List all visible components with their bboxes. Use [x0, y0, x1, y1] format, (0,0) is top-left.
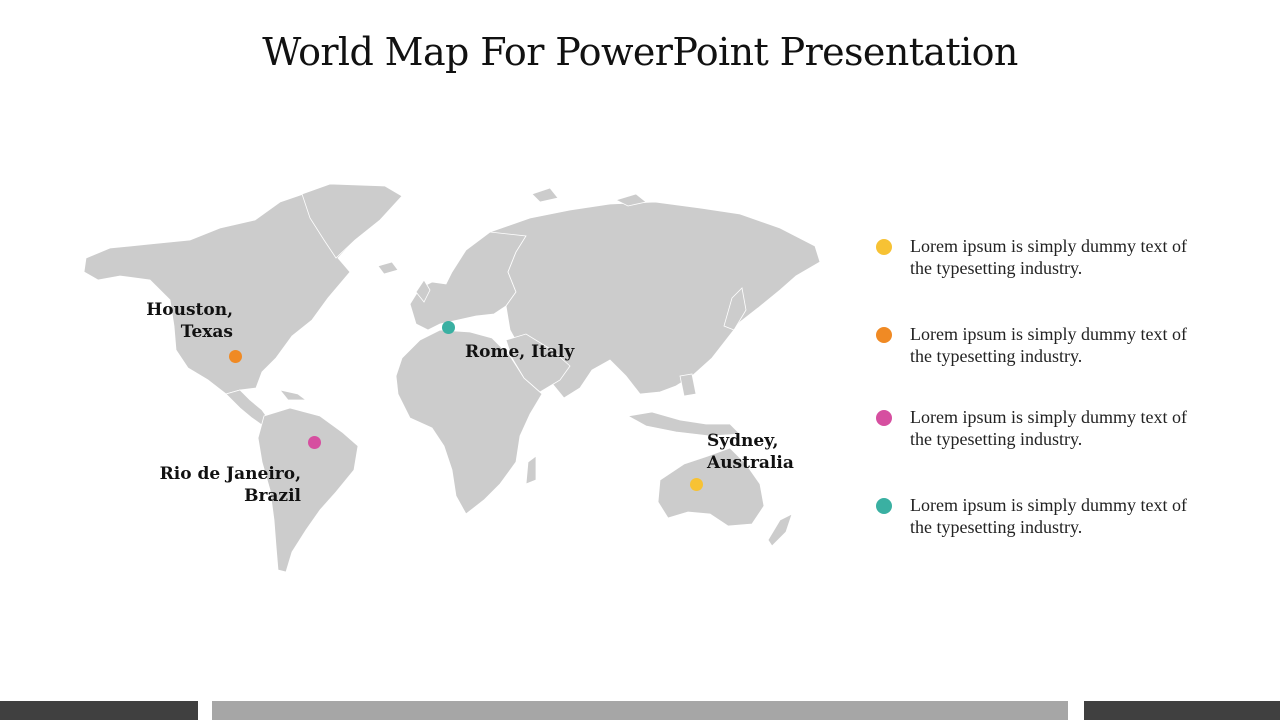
world-map [80, 180, 830, 580]
slide-title: World Map For PowerPoint Presentation [262, 30, 1018, 74]
city-label-sydney: Sydney, Australia [707, 431, 794, 473]
legend-text: Lorem ipsum is simply dummy text of the … [910, 324, 1187, 366]
iceland-shape [377, 261, 399, 275]
world-map-graphic [83, 183, 821, 573]
pin-houston [229, 350, 242, 363]
legend-dot [876, 410, 892, 426]
pin-sydney [690, 478, 703, 491]
city-label-rio: Rio de Janeiro, Brazil [159, 464, 301, 506]
footer-bar-center [212, 701, 1068, 720]
legend-dot [876, 327, 892, 343]
pin-rio [308, 436, 321, 449]
legend-text: Lorem ipsum is simply dummy text of the … [910, 495, 1187, 537]
madagascar-shape [525, 455, 537, 485]
legend-dot [876, 498, 892, 514]
footer-bar-right [1084, 701, 1280, 720]
philippines-shape [679, 373, 697, 397]
continents [83, 183, 821, 573]
city-label-houston: Houston, Texas [146, 300, 233, 342]
pin-rome [442, 321, 455, 334]
legend-dot [876, 239, 892, 255]
caribbean-shape [278, 389, 308, 401]
new-zealand-shape [767, 513, 793, 547]
legend-text: Lorem ipsum is simply dummy text of the … [910, 407, 1187, 449]
legend-text: Lorem ipsum is simply dummy text of the … [910, 236, 1187, 278]
footer-bar-left [0, 701, 198, 720]
city-label-rome: Rome, Italy [465, 342, 575, 362]
svalbard-shape [531, 187, 559, 203]
